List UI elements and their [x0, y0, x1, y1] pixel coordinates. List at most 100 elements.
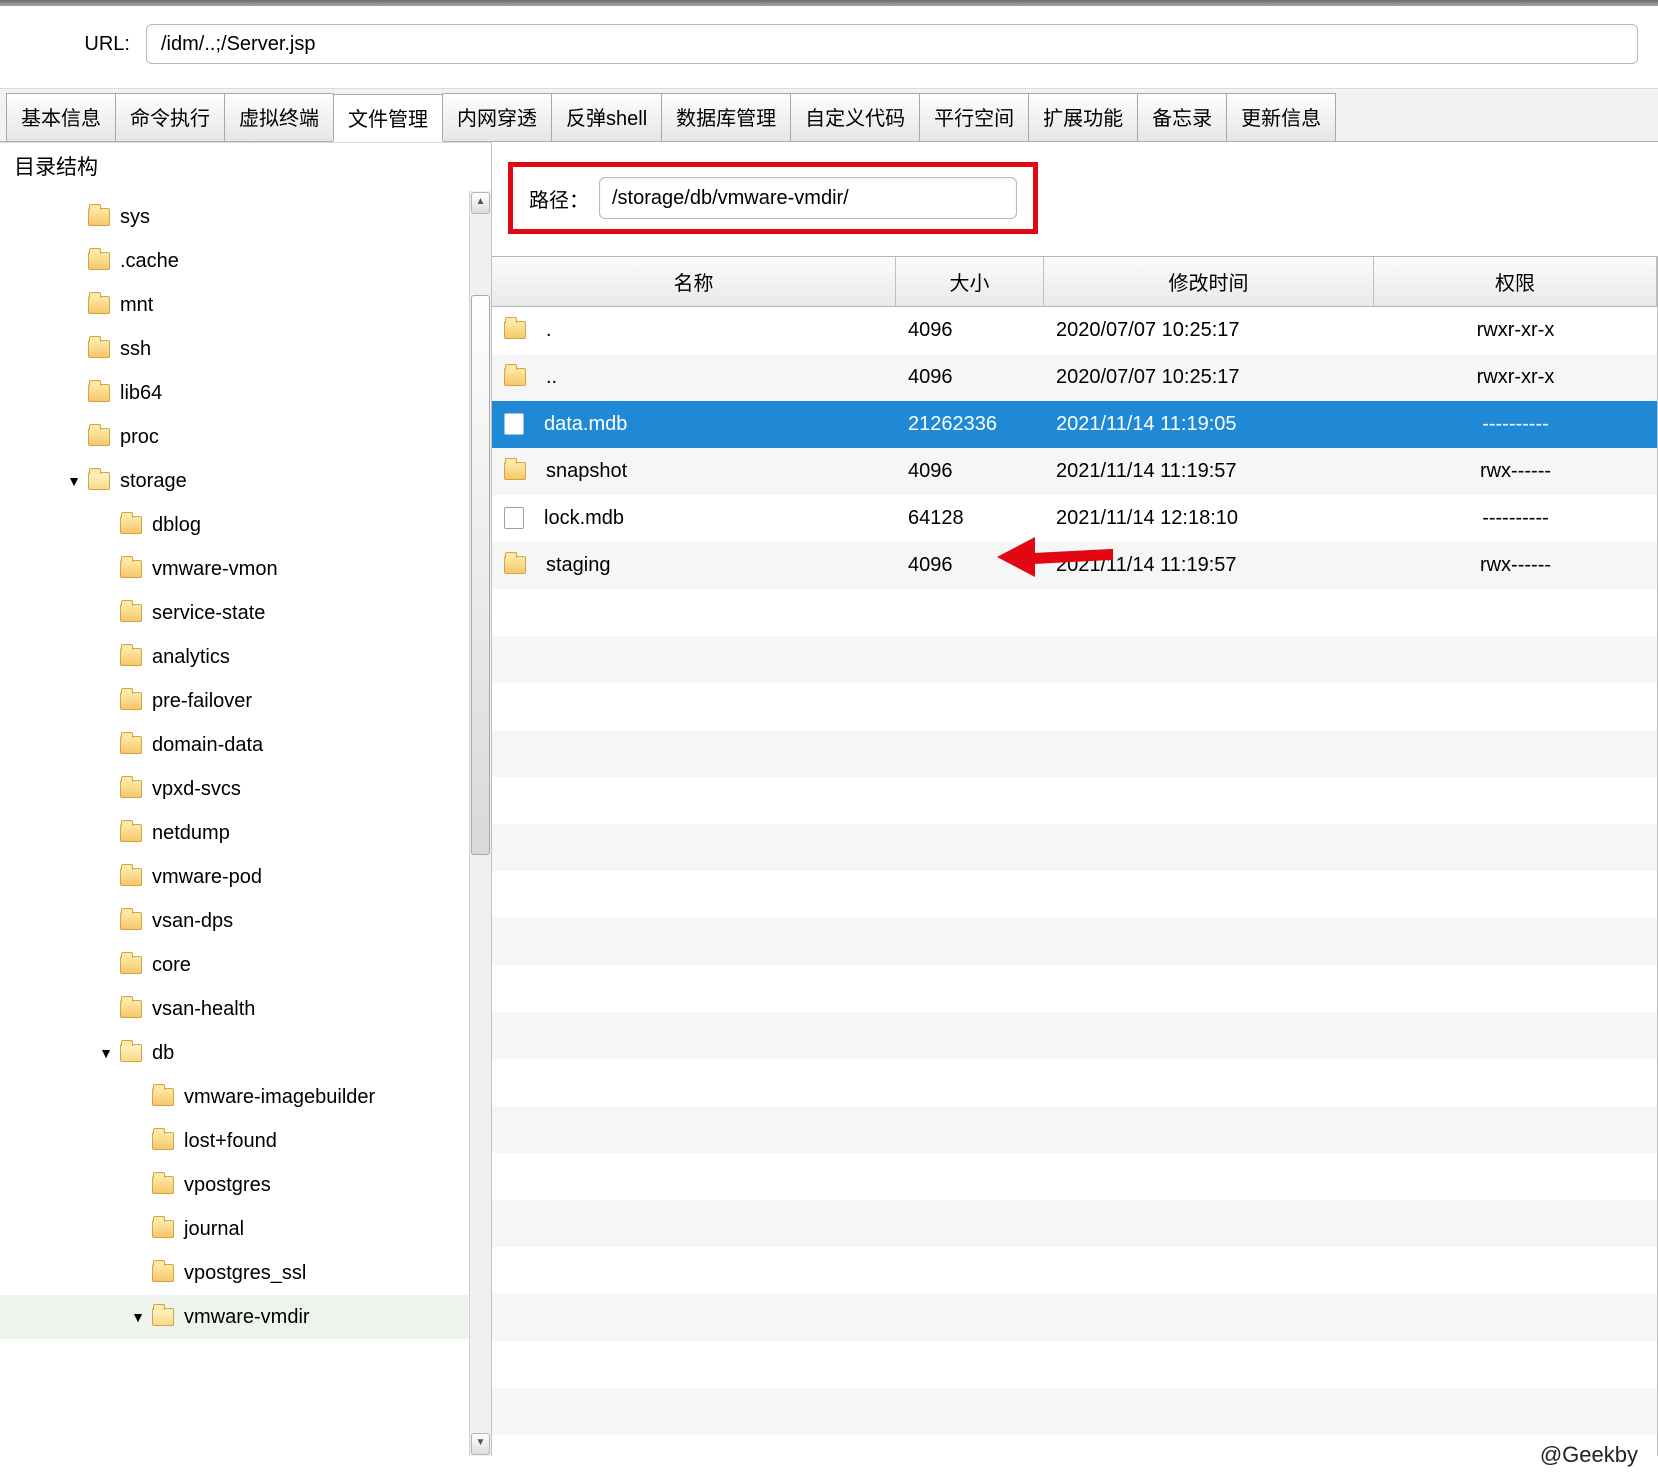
folder-icon	[120, 956, 142, 974]
scroll-thumb[interactable]	[471, 295, 490, 855]
tab-10[interactable]: 备忘录	[1137, 93, 1227, 141]
tree-node-.cache[interactable]: .cache	[0, 239, 469, 283]
tab-1[interactable]: 命令执行	[115, 93, 225, 141]
file-name: staging	[546, 554, 611, 577]
tab-11[interactable]: 更新信息	[1226, 93, 1336, 141]
tree-toggle-icon[interactable]: ▼	[126, 1309, 150, 1325]
tree-node-label: netdump	[152, 822, 230, 845]
tree-node-storage[interactable]: ▼storage	[0, 459, 469, 503]
tree-node-journal[interactable]: journal	[0, 1207, 469, 1251]
file-row[interactable]: lock.mdb641282021/11/14 12:18:10--------…	[492, 495, 1657, 542]
tree-node-lib64[interactable]: lib64	[0, 371, 469, 415]
file-row-empty	[492, 1388, 1657, 1435]
tree-node-dblog[interactable]: dblog	[0, 503, 469, 547]
tree-node-proc[interactable]: proc	[0, 415, 469, 459]
tree-node-lost+found[interactable]: lost+found	[0, 1119, 469, 1163]
url-input[interactable]	[146, 24, 1638, 64]
folder-icon	[88, 252, 110, 270]
tab-6[interactable]: 数据库管理	[661, 93, 791, 141]
tree-node-label: vpxd-svcs	[152, 778, 241, 801]
tab-4[interactable]: 内网穿透	[442, 93, 552, 141]
file-row-empty	[492, 965, 1657, 1012]
tree-node-vsan-dps[interactable]: vsan-dps	[0, 899, 469, 943]
tree-toggle-icon[interactable]: ▼	[94, 1045, 118, 1061]
scroll-track[interactable]	[470, 215, 491, 1432]
file-perm: rwxr-xr-x	[1374, 319, 1657, 342]
directory-tree[interactable]: sys .cache mntsshlib64proc▼storage dblog vmw…	[0, 191, 469, 1456]
folder-icon	[120, 648, 142, 666]
file-grid-body[interactable]: .40962020/07/07 10:25:17rwxr-xr-x..40962…	[492, 307, 1658, 1456]
column-date[interactable]: 修改时间	[1044, 257, 1374, 306]
tree-node-pre-failover[interactable]: pre-failover	[0, 679, 469, 723]
tree-node-label: analytics	[152, 646, 230, 669]
tree-node-vmware-pod[interactable]: vmware-pod	[0, 855, 469, 899]
tab-0[interactable]: 基本信息	[6, 93, 116, 141]
watermark-text: @Geekby	[1540, 1442, 1638, 1468]
column-name[interactable]: 名称	[492, 257, 896, 306]
tree-node-label: vmware-imagebuilder	[184, 1086, 375, 1109]
folder-icon	[504, 462, 526, 480]
file-size: 4096	[896, 554, 1044, 577]
tree-node-core[interactable]: core	[0, 943, 469, 987]
file-row[interactable]: snapshot40962021/11/14 11:19:57rwx------	[492, 448, 1657, 495]
file-row-empty	[492, 1200, 1657, 1247]
file-row-empty	[492, 1247, 1657, 1294]
tree-node-vmware-vmon[interactable]: vmware-vmon	[0, 547, 469, 591]
tree-node-vpostgres_ssl[interactable]: vpostgres_ssl	[0, 1251, 469, 1295]
file-row-empty	[492, 636, 1657, 683]
file-row-empty	[492, 1012, 1657, 1059]
folder-icon	[88, 472, 110, 490]
tab-7[interactable]: 自定义代码	[790, 93, 920, 141]
tree-node-vmware-imagebuilder[interactable]: vmware-imagebuilder	[0, 1075, 469, 1119]
folder-icon	[504, 368, 526, 386]
tree-node-mnt[interactable]: mnt	[0, 283, 469, 327]
column-size[interactable]: 大小	[896, 257, 1044, 306]
tree-node-label: db	[152, 1042, 174, 1065]
tree-scrollbar[interactable]: ▲ ▼	[469, 191, 491, 1456]
column-perm[interactable]: 权限	[1374, 257, 1657, 306]
path-input[interactable]	[599, 177, 1017, 219]
tree-node-analytics[interactable]: analytics	[0, 635, 469, 679]
tree-node-domain-data[interactable]: domain-data	[0, 723, 469, 767]
tree-node-netdump[interactable]: netdump	[0, 811, 469, 855]
file-row[interactable]: ..40962020/07/07 10:25:17rwxr-xr-x	[492, 354, 1657, 401]
folder-icon	[504, 321, 526, 339]
tree-node-label: sys	[120, 206, 150, 229]
file-row-empty	[492, 1294, 1657, 1341]
file-row[interactable]: .40962020/07/07 10:25:17rwxr-xr-x	[492, 307, 1657, 354]
file-date: 2021/11/14 11:19:05	[1044, 413, 1374, 436]
tree-node-sys[interactable]: sys	[0, 195, 469, 239]
tree-toggle-icon[interactable]: ▼	[62, 473, 86, 489]
file-row[interactable]: staging40962021/11/14 11:19:57rwx------	[492, 542, 1657, 589]
file-name: data.mdb	[544, 413, 627, 436]
tree-node-label: dblog	[152, 514, 201, 537]
tab-8[interactable]: 平行空间	[919, 93, 1029, 141]
tree-node-vpxd-svcs[interactable]: vpxd-svcs	[0, 767, 469, 811]
tree-node-label: vpostgres	[184, 1174, 271, 1197]
file-row-empty	[492, 730, 1657, 777]
tab-2[interactable]: 虚拟终端	[224, 93, 334, 141]
tab-3[interactable]: 文件管理	[333, 94, 443, 142]
tree-node-ssh[interactable]: ssh	[0, 327, 469, 371]
file-grid-header: 名称 大小 修改时间 权限	[492, 256, 1658, 307]
tree-node-label: vsan-dps	[152, 910, 233, 933]
tree-node-service-state[interactable]: service-state	[0, 591, 469, 635]
tree-node-label: service-state	[152, 602, 265, 625]
folder-icon	[88, 428, 110, 446]
file-row[interactable]: data.mdb212623362021/11/14 11:19:05-----…	[492, 401, 1657, 448]
tab-9[interactable]: 扩展功能	[1028, 93, 1138, 141]
tree-node-vpostgres[interactable]: vpostgres	[0, 1163, 469, 1207]
folder-icon	[88, 340, 110, 358]
tree-node-label: vsan-health	[152, 998, 255, 1021]
folder-icon	[120, 604, 142, 622]
tree-node-label: .cache	[120, 250, 179, 273]
tab-5[interactable]: 反弹shell	[551, 93, 662, 141]
scroll-up-button[interactable]: ▲	[471, 192, 490, 214]
tree-node-vmware-vmdir[interactable]: ▼vmware-vmdir	[0, 1295, 469, 1339]
scroll-down-button[interactable]: ▼	[471, 1433, 490, 1455]
path-label: 路径：	[529, 184, 589, 213]
tree-node-vsan-health[interactable]: vsan-health	[0, 987, 469, 1031]
tree-node-label: core	[152, 954, 191, 977]
folder-icon	[120, 736, 142, 754]
tree-node-db[interactable]: ▼ db	[0, 1031, 469, 1075]
